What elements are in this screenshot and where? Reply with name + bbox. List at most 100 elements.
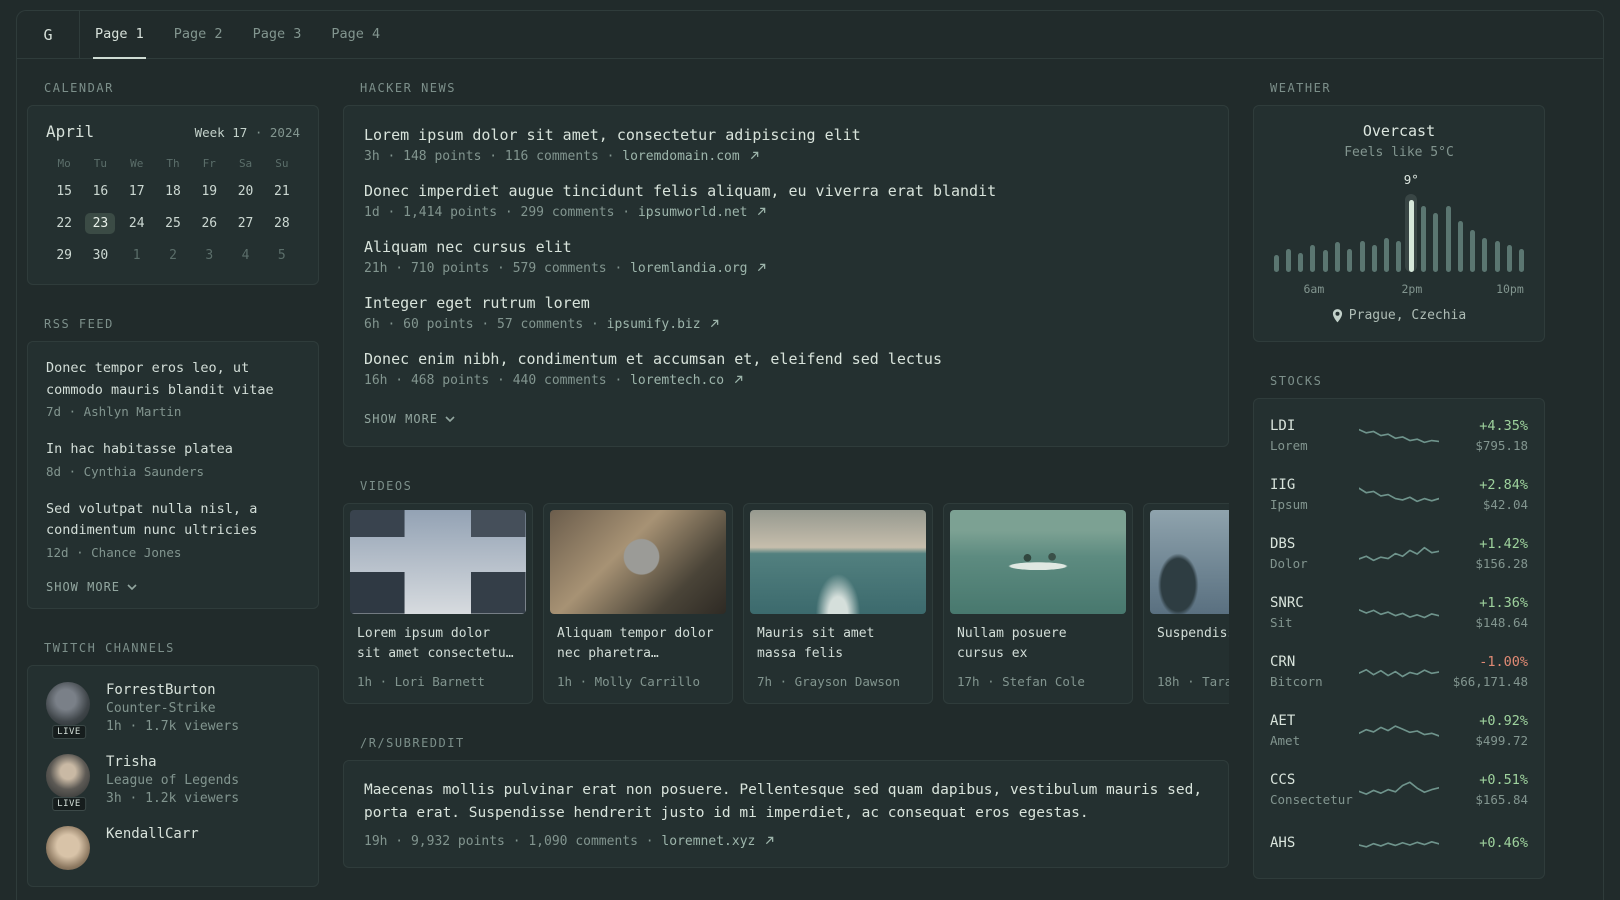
stock-row[interactable]: CCS Consectetur +0.51% $165.84 <box>1270 760 1528 819</box>
video-thumbnail[interactable] <box>750 510 926 614</box>
stock-id: IIG Ipsum <box>1270 477 1359 512</box>
calendar-day-name: Mo <box>57 157 71 170</box>
tab-page-4[interactable]: Page 4 <box>329 11 382 59</box>
video-meta: 17h · Stefan Cole <box>957 674 1085 690</box>
stock-row[interactable]: AET Amet +0.92% $499.72 <box>1270 701 1528 760</box>
calendar-day-next-month: 1 <box>132 248 141 263</box>
stock-row[interactable]: DBS Dolor +1.42% $156.28 <box>1270 524 1528 583</box>
hn-item-title[interactable]: Integer eget rutrum lorem <box>364 294 1208 312</box>
video-title[interactable]: Lorem ipsum dolor sit amet consectetu… <box>357 624 519 664</box>
video-title[interactable]: Aliquam tempor dolor nec pharetra… <box>557 624 719 664</box>
calendar-day-name: Sa <box>238 157 253 170</box>
video-title[interactable]: Nullam posuere cursus ex <box>957 624 1119 664</box>
video-thumbnail[interactable] <box>950 510 1126 614</box>
tab-page-3[interactable]: Page 3 <box>251 11 304 59</box>
weather-bar <box>1467 194 1479 272</box>
hn-item-title[interactable]: Donec imperdiet augue tincidunt felis al… <box>364 182 1208 200</box>
calendar-day-name: We <box>130 157 144 170</box>
video-title[interactable]: Mauris sit amet massa felis <box>757 624 919 664</box>
stock-price: $156.28 <box>1475 556 1528 571</box>
stock-values: +0.51% $165.84 <box>1439 772 1528 807</box>
video-body: Mauris sit amet massa felis 7h · Grayson… <box>750 614 926 697</box>
weather-card: Overcast Feels like 5°C 9° 6am 2pm 10pm <box>1253 105 1545 342</box>
calendar-week-label: Week 17 <box>194 125 248 140</box>
hn-item-domain-link[interactable]: loremtech.co <box>630 373 724 388</box>
video-body: Suspendisse diam 18h · Tara <box>1150 614 1229 697</box>
rss-item-title[interactable]: Sed volutpat nulla nisl, a condimentum n… <box>46 499 300 542</box>
weather-bar <box>1368 194 1380 272</box>
hn-item: Donec imperdiet augue tincidunt felis al… <box>364 182 1208 220</box>
video-body: Nullam posuere cursus ex 17h · Stefan Co… <box>950 614 1126 697</box>
subreddit-domain-link[interactable]: loremnet.xyz <box>661 834 755 849</box>
calendar-week-separator: · <box>254 125 263 140</box>
hn-item-domain-link[interactable]: ipsumworld.net <box>638 205 748 220</box>
calendar-day-next-month: 4 <box>241 248 250 263</box>
stock-row[interactable]: IIG Ipsum +2.84% $42.04 <box>1270 465 1528 524</box>
stock-id: SNRC Sit <box>1270 595 1359 630</box>
video-thumbnail[interactable] <box>350 510 526 614</box>
avatar[interactable] <box>46 681 90 726</box>
rss-show-more-button[interactable]: SHOW MORE <box>46 580 300 594</box>
stock-row[interactable]: LDI Lorem +4.35% $795.18 <box>1270 406 1528 465</box>
rss-header: RSS FEED <box>44 317 114 331</box>
twitch-channel-name[interactable]: Trisha <box>106 754 239 770</box>
avatar[interactable] <box>46 753 90 798</box>
hn-item-domain-link[interactable]: ipsumify.biz <box>607 317 701 332</box>
stock-row[interactable]: SNRC Sit +1.36% $148.64 <box>1270 583 1528 642</box>
hn-item: Lorem ipsum dolor sit amet, consectetur … <box>364 126 1208 164</box>
hn-item-meta-text: 16h · 468 points · 440 comments · <box>364 373 623 388</box>
weather-bar <box>1344 194 1356 272</box>
tab-page-2[interactable]: Page 2 <box>172 11 225 59</box>
video-body: Lorem ipsum dolor sit amet consectetu… 1… <box>350 614 526 697</box>
hn-item-domain-link[interactable]: loremlandia.org <box>630 261 747 276</box>
twitch-channel-row[interactable]: LIVE Trisha League of Legends 3h · 1.2k … <box>46 753 300 811</box>
stock-id: LDI Lorem <box>1270 418 1359 453</box>
video-card: Suspendisse diam 18h · Tara <box>1143 503 1229 705</box>
rss-show-more-label: SHOW MORE <box>46 579 121 594</box>
calendar-day-next-month: 5 <box>277 248 286 263</box>
subreddit-post-title[interactable]: Maecenas mollis pulvinar erat non posuer… <box>364 779 1208 825</box>
video-row: Lorem ipsum dolor sit amet consectetu… 1… <box>343 503 1229 705</box>
hn-item-domain-link[interactable]: loremdomain.com <box>622 149 739 164</box>
video-card: Aliquam tempor dolor nec pharetra… 1h · … <box>543 503 733 705</box>
rss-item-title[interactable]: Donec tempor eros leo, ut commodo mauris… <box>46 358 300 401</box>
middle-column: HACKER NEWS Lorem ipsum dolor sit amet, … <box>343 81 1229 887</box>
calendar-card: April Week 17 · 2024 Mo Tu We Th Fr Sa S… <box>27 105 319 285</box>
avatar[interactable] <box>46 825 90 870</box>
hn-item-title[interactable]: Lorem ipsum dolor sit amet, consectetur … <box>364 126 1208 144</box>
weather-bar <box>1454 194 1466 272</box>
stock-name: Amet <box>1270 733 1301 748</box>
stock-price: $795.18 <box>1475 438 1528 453</box>
weather-bar <box>1356 194 1368 272</box>
calendar-day-name: Th <box>166 157 180 170</box>
calendar-month: April <box>46 122 95 141</box>
calendar-day: 21 <box>274 184 290 199</box>
hn-show-more-label: SHOW MORE <box>364 412 439 426</box>
hn-item-title[interactable]: Aliquam nec cursus elit <box>364 238 1208 256</box>
nav-divider <box>79 11 80 58</box>
video-meta: 1h · Lori Barnett <box>357 674 485 690</box>
rss-card: Donec tempor eros leo, ut commodo mauris… <box>27 341 319 609</box>
video-thumbnail[interactable] <box>550 510 726 614</box>
app-logo[interactable]: G <box>17 11 79 58</box>
live-badge: LIVE <box>52 796 86 811</box>
stock-row[interactable]: CRN Bitcorn -1.00% $66,171.48 <box>1270 642 1528 701</box>
hn-item-title[interactable]: Donec enim nibh, condimentum et accumsan… <box>364 350 1208 368</box>
video-title[interactable]: Suspendisse diam <box>1157 624 1229 664</box>
weather-bar <box>1331 194 1343 272</box>
rss-item-title[interactable]: In hac habitasse platea <box>46 439 300 461</box>
stock-id: AHS <box>1270 835 1359 855</box>
twitch-channel-name[interactable]: ForrestBurton <box>106 682 239 698</box>
twitch-channel-game: Counter-Strike <box>106 700 216 716</box>
weather-widget: WEATHER Overcast Feels like 5°C 9° 6am 2… <box>1253 81 1545 342</box>
twitch-channel-row[interactable]: KendallCarr <box>46 825 300 870</box>
subreddit-post-meta-text: 19h · 9,932 points · 1,090 comments · <box>364 833 654 849</box>
stock-row[interactable]: AHS +0.46% <box>1270 819 1528 871</box>
stock-sparkline <box>1359 724 1439 737</box>
twitch-channel-name[interactable]: KendallCarr <box>106 826 199 842</box>
twitch-channel-row[interactable]: LIVE ForrestBurton Counter-Strike 1h · 1… <box>46 681 300 739</box>
video-thumbnail[interactable] <box>1150 510 1229 614</box>
hn-show-more-button[interactable]: SHOW MORE <box>364 412 1208 426</box>
calendar-widget: CALENDAR April Week 17 · 2024 Mo Tu We T… <box>27 81 319 285</box>
tab-page-1[interactable]: Page 1 <box>93 11 146 59</box>
